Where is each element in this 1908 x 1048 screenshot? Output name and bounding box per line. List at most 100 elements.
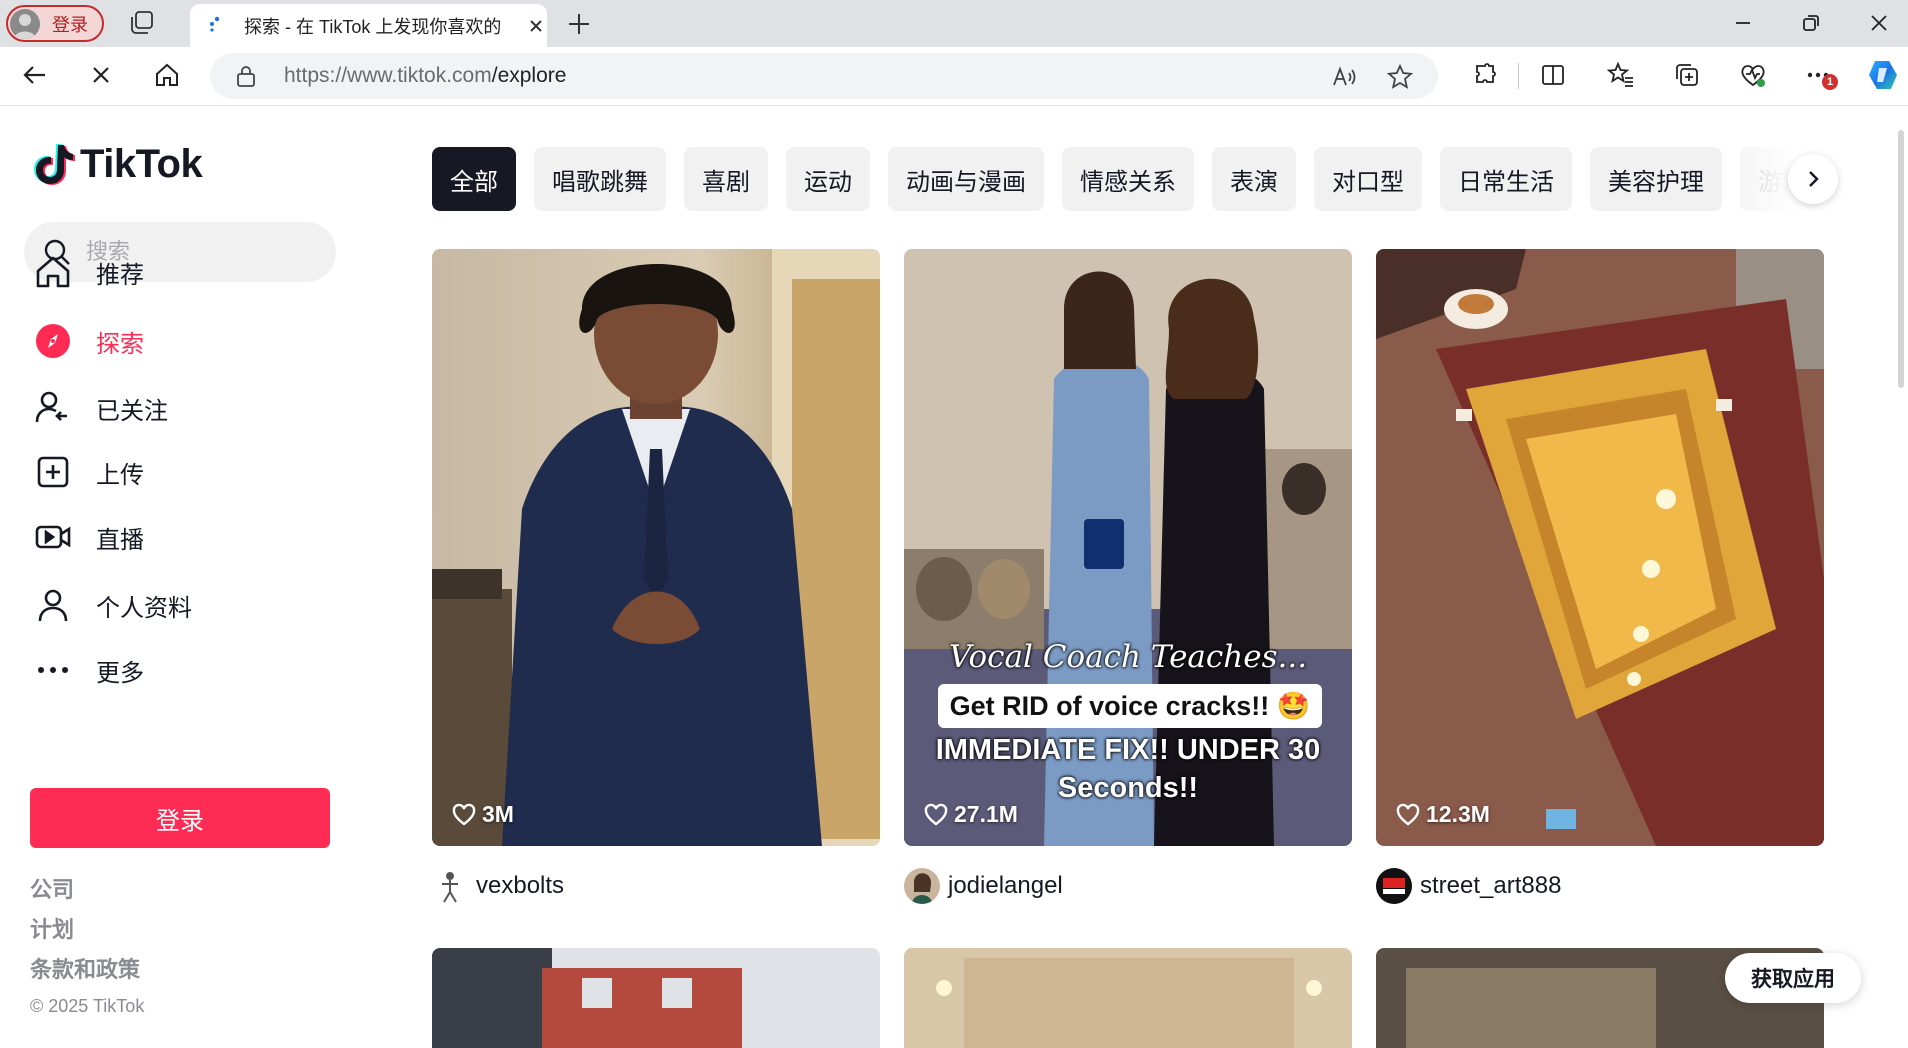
tab-title: 探索 - 在 TikTok 上发现你喜欢的 [244,16,502,37]
back-icon[interactable] [20,60,50,90]
category-chip[interactable]: 对口型 [1314,147,1422,211]
video-card[interactable] [904,948,1352,1048]
tiktok-logo-icon [34,143,75,185]
nav-label: 探索 [96,330,144,358]
likes-count: 3M [482,801,514,827]
home-icon [34,253,72,291]
more-menu-icon[interactable]: 1 [1804,60,1838,90]
author-avatar [432,868,468,904]
home-browser-icon[interactable] [152,60,182,90]
category-chip[interactable]: 美容护理 [1590,147,1722,211]
video-author[interactable]: jodielangel [904,868,1063,904]
tiktok-wordmark: TikTok [80,142,203,186]
restore-icon[interactable] [1796,8,1826,38]
category-chip[interactable]: 动画与漫画 [888,147,1044,211]
category-chip-all[interactable]: 全部 [432,147,516,211]
nav-item-live[interactable]: 直播 [34,512,334,562]
copilot-icon[interactable] [1864,56,1902,94]
nav-item-explore[interactable]: 探索 [34,316,334,366]
profile-label: 登录 [52,14,88,35]
nav-label: 已关注 [96,397,168,425]
loading-spinner-icon [210,16,220,32]
page-scrollbar[interactable] [1898,130,1904,388]
video-card[interactable]: 3M [432,249,880,846]
nav-label: 推荐 [96,261,144,289]
lock-icon[interactable] [236,65,256,87]
likes-count: 12.3M [1426,801,1490,827]
video-thumbnail [432,249,880,846]
caption-line: IMMEDIATE FIX!! UNDER 30 [935,734,1321,766]
video-thumbnail [432,948,880,1048]
video-card[interactable] [432,948,880,1048]
tab-actions-icon[interactable] [128,9,160,39]
footer-link-terms[interactable]: 条款和政策 [30,952,140,984]
video-author[interactable]: vexbolts [432,868,564,904]
upload-icon [34,453,72,491]
category-chip[interactable]: 唱歌跳舞 [534,147,666,211]
favorites-icon[interactable] [1606,60,1636,90]
category-chips: 全部 唱歌跳舞 喜剧 运动 动画与漫画 情感关系 表演 对口型 日常生活 美容护… [432,147,1836,211]
nav-item-following[interactable]: 已关注 [34,383,334,433]
copyright: © 2025 TikTok [30,996,145,1016]
read-aloud-icon[interactable] [1330,63,1358,91]
profile-avatar-icon [10,8,40,39]
nav-label: 个人资料 [96,594,192,622]
author-avatar [904,868,940,904]
nav-label: 更多 [96,659,144,687]
split-screen-icon[interactable] [1538,60,1568,90]
stop-loading-icon[interactable] [86,60,116,90]
video-author[interactable]: street_art888 [1376,868,1561,904]
author-avatar [1376,868,1412,904]
author-name: street_art888 [1420,872,1562,899]
following-icon [34,389,72,427]
likes-count: 27.1M [954,801,1018,827]
chevron-right-icon [1809,171,1819,187]
category-chip[interactable]: 喜剧 [684,147,768,211]
video-card[interactable]: Vocal Coach Teaches... Get RID of voice … [904,249,1352,846]
caption-box: Get RID of voice cracks!! 🤩 [938,684,1322,728]
nav-item-upload[interactable]: 上传 [34,447,334,497]
chips-scroll-next-button[interactable] [1788,154,1838,204]
author-name: jodielangel [948,872,1063,899]
nav-item-for-you[interactable]: 推荐 [34,247,334,297]
url-text[interactable]: https://www.tiktok.com/explore [284,64,566,88]
address-bar[interactable]: https://www.tiktok.com/explore [210,53,1438,99]
browser-tab-active[interactable]: 探索 - 在 TikTok 上发现你喜欢的 [190,4,547,47]
nav-item-profile[interactable]: 个人资料 [34,580,334,630]
url-path: /explore [491,64,567,87]
heart-icon [452,803,476,826]
compass-icon [34,322,72,360]
video-likes: 12.3M [1396,801,1490,828]
video-thumbnail [1376,249,1824,846]
category-chip[interactable]: 日常生活 [1440,147,1572,211]
video-card[interactable]: 12.3M [1376,249,1824,846]
notification-badge: 1 [1822,74,1838,90]
browser-essentials-icon[interactable] [1738,60,1768,90]
minimize-icon[interactable] [1728,8,1758,38]
live-icon [34,518,72,556]
tab-close-icon[interactable] [526,16,546,36]
nav-label: 直播 [96,526,144,554]
heart-icon [1396,803,1420,826]
login-button[interactable]: 登录 [30,788,330,848]
collections-icon[interactable] [1672,60,1702,90]
get-app-button[interactable]: 获取应用 [1725,953,1861,1003]
category-chip[interactable]: 情感关系 [1062,147,1194,211]
browser-toolbar: https://www.tiktok.com/explore 1 [0,47,1908,106]
extensions-icon[interactable] [1470,60,1500,90]
video-thumbnail [904,948,1352,1048]
new-tab-icon[interactable] [565,10,593,38]
video-likes: 27.1M [924,801,1018,828]
browser-tab-bar: 登录 探索 - 在 TikTok 上发现你喜欢的 [0,0,1908,47]
toolbar-separator [1518,63,1519,89]
footer-link-program[interactable]: 计划 [30,912,74,944]
favorite-star-icon[interactable] [1386,63,1414,91]
close-window-icon[interactable] [1864,8,1894,38]
browser-profile-button[interactable]: 登录 [6,5,104,42]
category-chip[interactable]: 表演 [1212,147,1296,211]
category-chip[interactable]: 运动 [786,147,870,211]
heart-icon [924,803,948,826]
footer-link-company[interactable]: 公司 [30,872,74,904]
nav-item-more[interactable]: 更多 [34,645,334,695]
tiktok-logo[interactable]: TikTok [34,142,203,187]
